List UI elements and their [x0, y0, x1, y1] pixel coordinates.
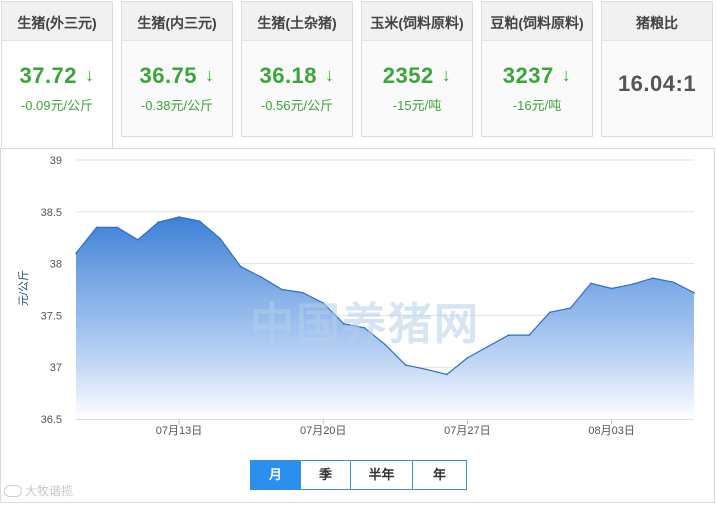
data-point	[157, 221, 160, 223]
y-tick-label: 38	[50, 259, 62, 271]
data-point	[343, 322, 345, 325]
data-point	[446, 373, 448, 376]
logo-icon	[4, 485, 22, 497]
data-point	[260, 276, 263, 278]
range-quarter-button[interactable]: 季	[301, 461, 351, 489]
source-logo: 大牧谐揽	[4, 482, 73, 499]
data-point	[652, 277, 654, 279]
data-point	[528, 334, 530, 336]
data-point	[75, 252, 77, 255]
price-area-chart: 39 38.5 38 37.5 37 36.5 07月13日 07月20日 07月27日 08月0…	[17, 155, 695, 437]
y-tick-label: 39	[50, 155, 62, 167]
data-point	[507, 334, 510, 336]
logo-text: 大牧谐揽	[25, 484, 74, 498]
x-tick-label: 07月27日	[444, 425, 490, 437]
y-tick-label: 36.5	[41, 414, 62, 426]
range-month-button[interactable]: 月	[251, 461, 301, 489]
data-point	[281, 288, 283, 291]
data-point	[672, 281, 675, 284]
price-area-fill	[76, 217, 694, 419]
data-point	[487, 345, 489, 348]
data-point	[610, 287, 613, 290]
range-year-button[interactable]: 年	[413, 461, 466, 489]
data-point	[590, 282, 592, 285]
y-tick-label: 38.5	[41, 207, 62, 219]
x-tick-label: 08月03日	[588, 425, 634, 437]
data-point	[363, 327, 366, 329]
range-halfyear-button[interactable]: 半年	[351, 461, 413, 489]
data-point	[219, 237, 221, 240]
y-tick-label: 37	[50, 362, 62, 374]
data-point	[693, 291, 695, 294]
data-point	[549, 311, 551, 314]
data-point	[322, 302, 325, 304]
data-point	[384, 343, 386, 346]
data-point	[240, 265, 242, 268]
data-point	[569, 307, 572, 309]
y-tick-label: 37.5	[41, 310, 62, 322]
data-point	[95, 226, 98, 229]
x-tick-label: 07月20日	[300, 425, 346, 437]
data-point	[137, 238, 139, 241]
range-selector: 月 季 半年 年	[250, 460, 467, 490]
data-point	[116, 226, 118, 229]
x-tick-label: 07月13日	[156, 425, 202, 437]
data-point	[301, 291, 304, 294]
data-point	[404, 364, 407, 366]
data-point	[466, 357, 469, 359]
data-point	[631, 283, 633, 286]
data-point	[425, 368, 428, 371]
data-point	[198, 220, 201, 222]
y-axis-label: 元/公斤	[17, 270, 30, 306]
data-point	[178, 216, 180, 218]
